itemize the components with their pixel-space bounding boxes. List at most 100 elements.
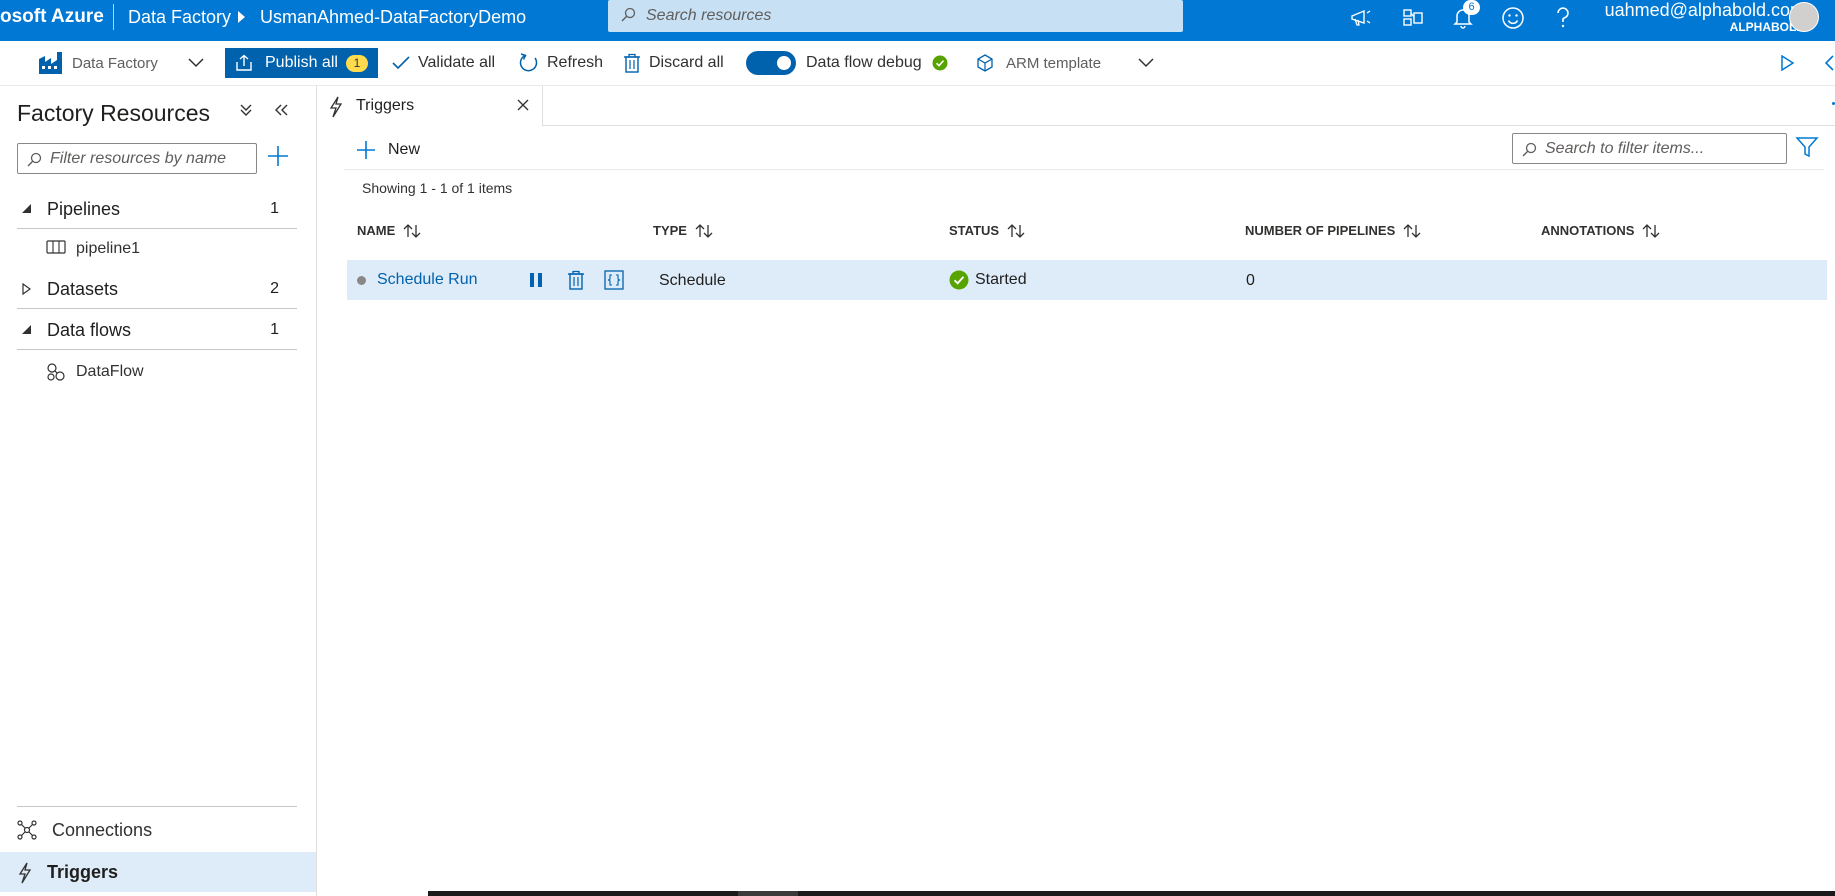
new-trigger-button[interactable]: New xyxy=(356,136,420,164)
plus-icon xyxy=(357,141,375,159)
delete-trash-icon[interactable] xyxy=(565,269,587,291)
column-header-annotations[interactable]: ANNOTATIONS xyxy=(1541,223,1660,238)
sidebar-group-count: 2 xyxy=(270,280,279,297)
azure-brand[interactable]: osoft Azure xyxy=(0,0,104,34)
refresh-button[interactable]: Refresh xyxy=(517,47,603,79)
brand-separator xyxy=(113,4,114,30)
search-icon xyxy=(621,7,636,22)
sidebar-item-label: DataFlow xyxy=(76,363,144,380)
pipeline-icon xyxy=(46,240,66,254)
trigger-status-label: Started xyxy=(975,271,1027,288)
feedback-megaphone-icon[interactable] xyxy=(1346,3,1376,33)
column-header-label: TYPE xyxy=(653,223,687,238)
sidebar-group-datasets[interactable]: Datasets 2 xyxy=(0,269,297,309)
panel-collapse-chevron-icon[interactable] xyxy=(1824,47,1835,79)
discard-all-label: Discard all xyxy=(649,54,724,71)
refresh-icon xyxy=(519,53,538,72)
bolt-icon xyxy=(329,96,343,118)
sidebar-item-label: pipeline1 xyxy=(76,240,141,257)
trigger-search-input[interactable] xyxy=(1545,134,1780,163)
column-header-label: STATUS xyxy=(949,223,1000,238)
sidebar-nav-label: Triggers xyxy=(47,862,119,882)
resource-filter-input[interactable] xyxy=(50,144,250,173)
tab-triggers[interactable]: Triggers xyxy=(318,86,543,126)
sort-icon xyxy=(695,223,713,238)
breadcrumb-factory-name[interactable]: UsmanAhmed-DataFactoryDemo xyxy=(260,0,526,34)
chevron-down-icon[interactable] xyxy=(188,47,212,79)
collapse-panel-icon[interactable] xyxy=(272,100,294,122)
resource-filter[interactable] xyxy=(17,143,257,174)
breadcrumb-service[interactable]: Data Factory xyxy=(128,0,231,34)
column-header-status[interactable]: STATUS xyxy=(949,223,1025,238)
taskbar-strip xyxy=(428,891,1835,896)
play-icon[interactable] xyxy=(1780,47,1802,79)
search-icon xyxy=(1522,142,1537,157)
factory-resources-title: Factory Resources xyxy=(17,100,211,126)
validate-all-button[interactable]: Validate all xyxy=(392,47,495,79)
group-divider xyxy=(17,308,297,309)
filter-funnel-icon[interactable] xyxy=(1795,135,1821,161)
factory-toolbar: Data Factory Publish all 1 Validate all … xyxy=(0,41,1835,86)
expanded-caret-icon xyxy=(22,204,31,213)
publish-count-badge: 1 xyxy=(345,54,368,72)
sidebar-item-dataflow[interactable]: DataFlow xyxy=(0,354,297,390)
column-header-number-of-pipelines[interactable]: NUMBER OF PIPELINES xyxy=(1245,223,1421,238)
code-json-icon[interactable] xyxy=(603,269,625,291)
discard-all-button[interactable]: Discard all xyxy=(623,47,724,79)
trigger-search[interactable] xyxy=(1512,133,1787,164)
sort-icon xyxy=(1642,223,1660,238)
validate-all-label: Validate all xyxy=(418,54,496,71)
editor-tab-bar: Triggers xyxy=(318,86,1835,126)
column-header-label: NAME xyxy=(357,223,396,238)
pause-icon[interactable] xyxy=(525,269,547,291)
debug-status-check-icon xyxy=(932,55,948,71)
arm-template-icon xyxy=(977,54,993,72)
add-resource-plus-icon[interactable] xyxy=(266,144,292,170)
data-flow-debug-label: Data flow debug xyxy=(806,54,922,71)
sidebar-nav-connections[interactable]: Connections xyxy=(0,810,316,850)
arm-template-menu[interactable]: ARM template xyxy=(976,47,1101,79)
column-header-name[interactable]: NAME xyxy=(357,223,421,238)
trigger-name-link[interactable]: Schedule Run xyxy=(377,271,478,289)
avatar[interactable] xyxy=(1789,2,1819,32)
trigger-pipeline-count: 0 xyxy=(1246,272,1255,289)
azure-top-bar: osoft Azure Data Factory UsmanAhmed-Data… xyxy=(0,0,1835,41)
factory-icon xyxy=(39,52,62,74)
collapsed-caret-icon xyxy=(22,283,32,295)
directory-filter-icon[interactable] xyxy=(1398,3,1428,33)
arm-template-chevron-down-icon[interactable] xyxy=(1138,47,1162,79)
sidebar-nav-triggers[interactable]: Triggers xyxy=(0,852,316,892)
success-check-icon xyxy=(949,270,969,290)
collapse-all-icon[interactable] xyxy=(238,100,260,122)
publish-all-button[interactable]: Publish all 1 xyxy=(225,48,378,78)
sort-icon xyxy=(1403,223,1421,238)
sidebar-group-data-flows[interactable]: Data flows 1 xyxy=(0,310,297,350)
sidebar-group-label: Pipelines xyxy=(47,199,121,219)
user-org: ALPHABOLD xyxy=(1729,20,1805,34)
column-header-type[interactable]: TYPE xyxy=(653,223,713,238)
sidebar-nav-label: Connections xyxy=(52,820,153,840)
data-factory-label: Data Factory xyxy=(72,54,158,72)
help-icon[interactable] xyxy=(1548,3,1578,33)
refresh-label: Refresh xyxy=(547,54,604,71)
user-account[interactable]: uahmed@alphabold.com ALPHABOLD xyxy=(1605,0,1819,34)
sidebar-group-label: Datasets xyxy=(47,279,119,299)
sidebar-group-label: Data flows xyxy=(47,320,132,340)
table-row[interactable]: Schedule Run Schedule Started 0 xyxy=(347,260,1827,300)
tab-label: Triggers xyxy=(356,97,415,114)
sidebar-bottom-divider xyxy=(17,806,297,807)
search-icon xyxy=(27,152,42,167)
sidebar-group-count: 1 xyxy=(270,200,279,217)
data-flow-debug-toggle[interactable]: Data flow debug xyxy=(746,47,956,79)
close-icon[interactable] xyxy=(516,98,530,112)
row-status-dot xyxy=(357,276,366,285)
sidebar-item-pipeline1[interactable]: pipeline1 xyxy=(0,231,297,267)
sidebar-group-count: 1 xyxy=(270,321,279,338)
sidebar-group-pipelines[interactable]: Pipelines 1 xyxy=(0,189,297,229)
data-factory-selector[interactable]: Data Factory xyxy=(38,47,158,79)
smiley-icon[interactable] xyxy=(1498,3,1528,33)
sort-icon xyxy=(1007,223,1025,238)
global-search-input[interactable] xyxy=(646,0,1166,32)
global-search[interactable] xyxy=(608,0,1183,32)
debug-toggle-switch[interactable] xyxy=(746,51,796,75)
